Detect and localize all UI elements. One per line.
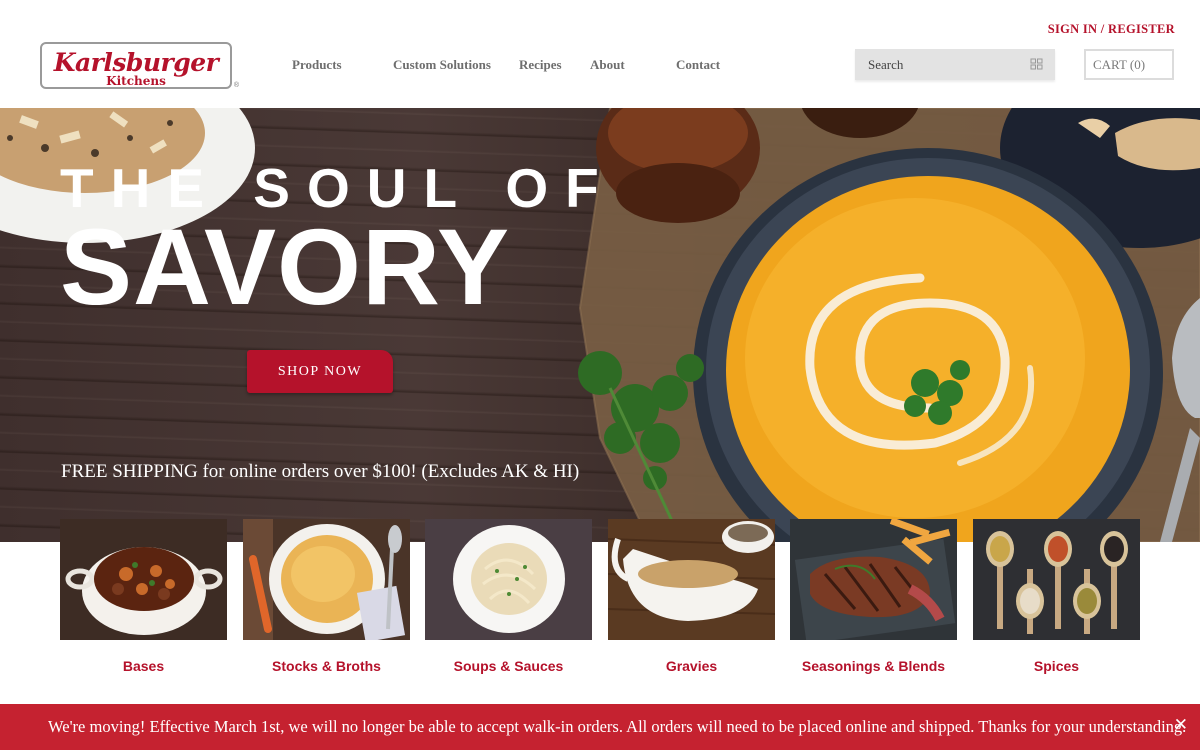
category-label[interactable]: Gravies bbox=[608, 658, 775, 674]
search-box bbox=[855, 49, 1055, 80]
hero-headline-main: SAVORY bbox=[60, 206, 511, 327]
steak-picture bbox=[790, 519, 957, 640]
gravy-boat-picture bbox=[608, 519, 775, 640]
category-bases[interactable]: Bases bbox=[60, 519, 227, 674]
nav-products[interactable]: Products bbox=[292, 57, 342, 73]
notice-message: We're moving! Effective March 1st, we wi… bbox=[48, 717, 1187, 736]
category-spices[interactable]: Spices bbox=[973, 519, 1140, 674]
site-header: SIGN IN / REGISTER Karlsburger Kitchens … bbox=[0, 0, 1200, 108]
spices-image[interactable] bbox=[973, 519, 1140, 640]
nav-recipes[interactable]: Recipes bbox=[519, 57, 562, 73]
category-label[interactable]: Bases bbox=[60, 658, 227, 674]
hero-banner: THE SOUL OF SAVORY SHOP NOW FREE SHIPPIN… bbox=[0, 108, 1200, 542]
moving-notice-banner: We're moving! Effective March 1st, we wi… bbox=[0, 704, 1200, 750]
seasonings-blends-image[interactable] bbox=[790, 519, 957, 640]
category-seasonings-blends[interactable]: Seasonings & Blends bbox=[790, 519, 957, 674]
category-gravies[interactable]: Gravies bbox=[608, 519, 775, 674]
search-icon[interactable] bbox=[1030, 58, 1043, 70]
gravies-image[interactable] bbox=[608, 519, 775, 640]
bases-image[interactable] bbox=[60, 519, 227, 640]
nav-custom-solutions[interactable]: Custom Solutions bbox=[393, 57, 491, 73]
category-label[interactable]: Stocks & Broths bbox=[243, 658, 410, 674]
category-stocks-broths[interactable]: Stocks & Broths bbox=[243, 519, 410, 674]
karlsburger-logo[interactable]: Karlsburger Kitchens ® bbox=[40, 42, 239, 89]
free-shipping-note: FREE SHIPPING for online orders over $10… bbox=[61, 461, 580, 482]
registered-mark: ® bbox=[233, 82, 239, 89]
page: SIGN IN / REGISTER Karlsburger Kitchens … bbox=[0, 0, 1200, 750]
stocks-broths-image[interactable] bbox=[243, 519, 410, 640]
shop-now-button[interactable]: SHOP NOW bbox=[247, 350, 393, 393]
category-label[interactable]: Seasonings & Blends bbox=[790, 658, 957, 674]
category-label[interactable]: Soups & Sauces bbox=[425, 658, 592, 674]
cart-button[interactable]: CART (0) bbox=[1084, 49, 1174, 80]
pasta-plate-picture bbox=[425, 519, 592, 640]
nav-contact[interactable]: Contact bbox=[676, 57, 720, 73]
category-soups-sauces[interactable]: Soups & Sauces bbox=[425, 519, 592, 674]
spice-spoons-picture bbox=[973, 519, 1140, 640]
soups-sauces-image[interactable] bbox=[425, 519, 592, 640]
stew-pot-picture bbox=[60, 519, 227, 640]
sign-in-register-link[interactable]: SIGN IN / REGISTER bbox=[1048, 22, 1175, 37]
logo-brand-text: Karlsburger bbox=[53, 48, 219, 77]
close-icon[interactable]: ✕ bbox=[1174, 715, 1188, 735]
category-label[interactable]: Spices bbox=[973, 658, 1140, 674]
search-input[interactable] bbox=[855, 49, 1025, 80]
nav-about[interactable]: About bbox=[590, 57, 625, 73]
broth-bowl-picture bbox=[243, 519, 410, 640]
